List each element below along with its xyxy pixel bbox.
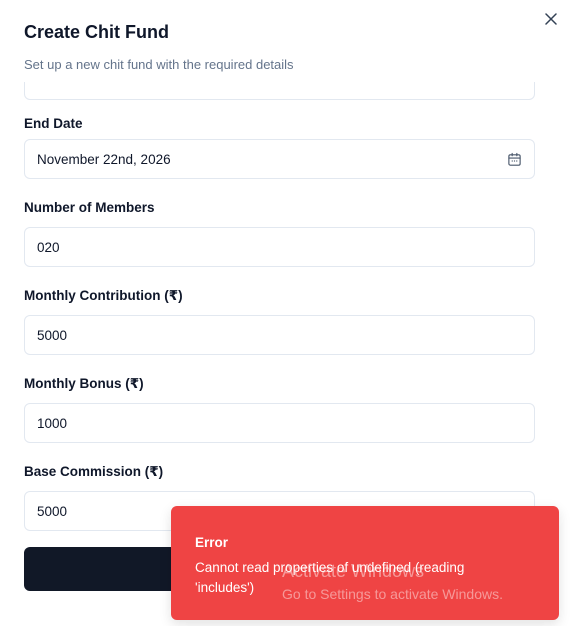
close-button[interactable] (541, 9, 561, 29)
contribution-label: Monthly Contribution (₹) (24, 288, 183, 303)
error-toast[interactable]: Error Cannot read properties of undefine… (171, 506, 559, 620)
toast-title: Error (195, 535, 229, 550)
members-value: 020 (37, 239, 60, 255)
calendar-icon (506, 151, 522, 167)
commission-label: Base Commission (₹) (24, 464, 164, 479)
close-icon (545, 13, 557, 25)
members-input[interactable]: 020 (24, 227, 535, 267)
end-date-value: November 22nd, 2026 (37, 151, 171, 167)
dialog-subtitle: Set up a new chit fund with the required… (24, 57, 294, 72)
dialog-title: Create Chit Fund (24, 22, 170, 42)
contribution-value: 5000 (37, 327, 68, 343)
end-date-label: End Date (24, 116, 83, 131)
members-label: Number of Members (24, 200, 155, 215)
toast-message: Cannot read properties of undefined (rea… (195, 560, 465, 595)
bonus-value: 1000 (37, 415, 68, 431)
bonus-input[interactable]: 1000 (24, 403, 535, 443)
bonus-label: Monthly Bonus (₹) (24, 376, 144, 391)
end-date-picker[interactable]: November 22nd, 2026 (24, 139, 535, 179)
contribution-input[interactable]: 5000 (24, 315, 535, 355)
start-date-input[interactable] (24, 82, 535, 100)
